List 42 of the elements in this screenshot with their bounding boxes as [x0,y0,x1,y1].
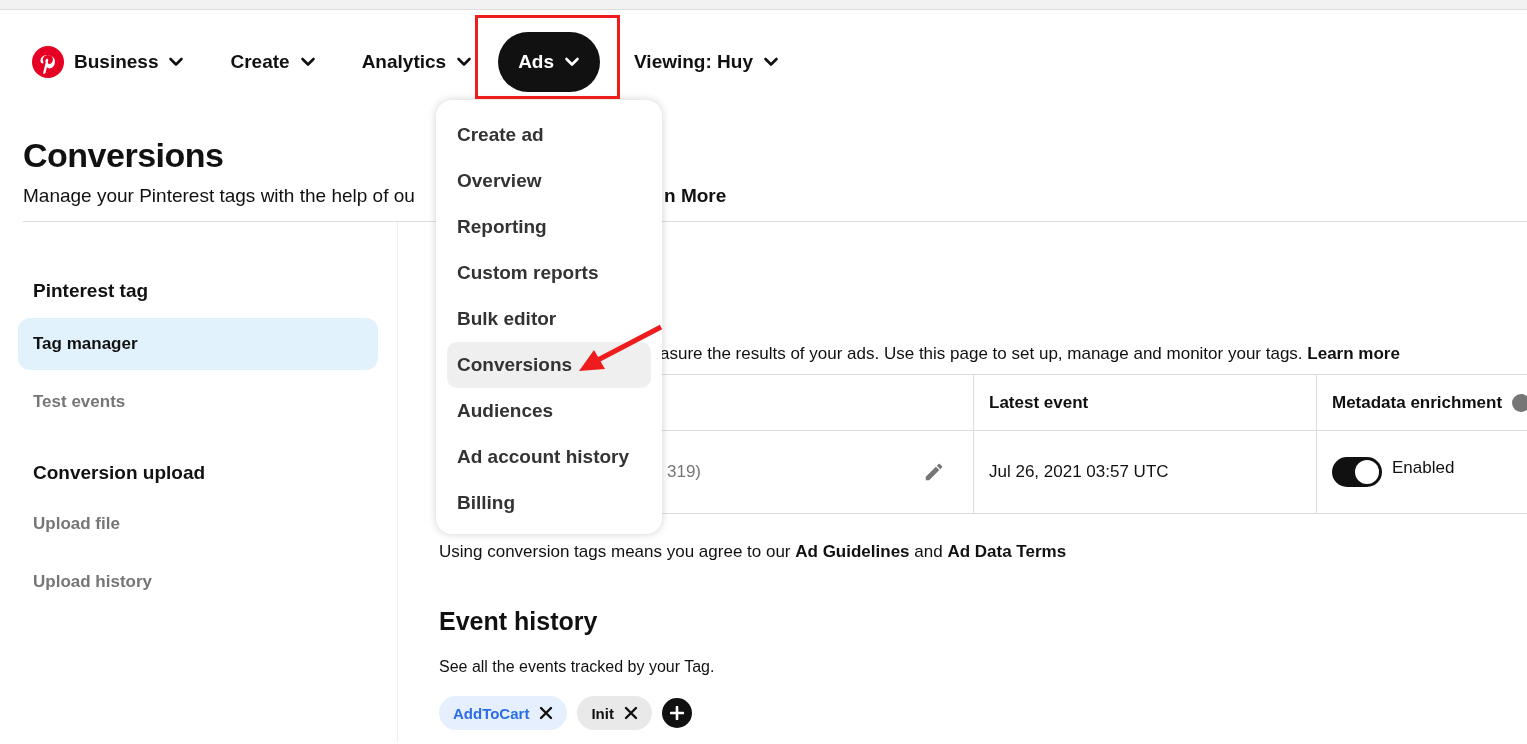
plus-icon [669,706,684,720]
menu-item[interactable]: Billing [447,480,651,526]
menu-item[interactable]: Bulk editor [447,296,651,342]
nav-menu-button[interactable]: Ads [498,32,601,92]
toggle-label: Enabled [1392,458,1455,478]
menu-item[interactable]: Ad account history [447,434,651,480]
close-icon [623,706,638,720]
menu-item[interactable]: Overview [447,158,651,204]
sidebar-item[interactable]: Tag manager [18,318,378,370]
nav-menu-button[interactable]: Viewing: Huy [624,32,793,92]
menu-item[interactable]: Audiences [447,388,651,434]
event-chip[interactable]: AddToCart [439,696,568,730]
sidebar-heading: Pinterest tag [32,279,150,303]
event-chip[interactable]: Init [577,696,652,730]
section-description: See all the events tracked by your Tag. [439,658,716,676]
sidebar-item[interactable]: Test events [18,376,378,428]
info-icon [1512,393,1527,412]
table-cell: Jul 26, 2021 03:57 UTC [989,462,1169,482]
menu-item[interactable]: Conversions [447,342,651,388]
learn-more-link[interactable]: Learn more [1307,344,1400,363]
menu-item[interactable]: Custom reports [447,250,651,296]
add-button[interactable] [661,698,692,728]
pinterest-logo-icon [32,46,64,78]
nav-menu-button[interactable]: Business [22,32,199,92]
menu-item[interactable]: Create ad [447,112,651,158]
terms-text: Using conversion tags means you agree to our Ad Guidelines and Ad Data Terms [439,542,1068,562]
pencil-icon [923,461,945,483]
section-title: Event history [439,607,599,636]
page-subtitle: Manage your Pinterest tags with the help of ou [23,185,416,207]
column-header: Latest event [989,392,1089,413]
sidebar-heading: Conversion upload [32,461,207,485]
sidebar-item[interactable]: Upload history [18,556,378,608]
toggle-switch[interactable] [1332,457,1382,487]
nav-menu-button[interactable]: Create [220,32,330,92]
learn-more-link[interactable]: n More [664,185,727,207]
table-cell: 319) [667,462,702,482]
menu-item[interactable]: Reporting [447,204,651,250]
column-header: Metadata enrichment [1332,392,1503,413]
sidebar-item[interactable]: Upload file [18,498,378,550]
close-icon [539,706,554,720]
page-title: Conversions [23,136,224,175]
nav-menu-button[interactable]: Analytics [351,32,487,92]
